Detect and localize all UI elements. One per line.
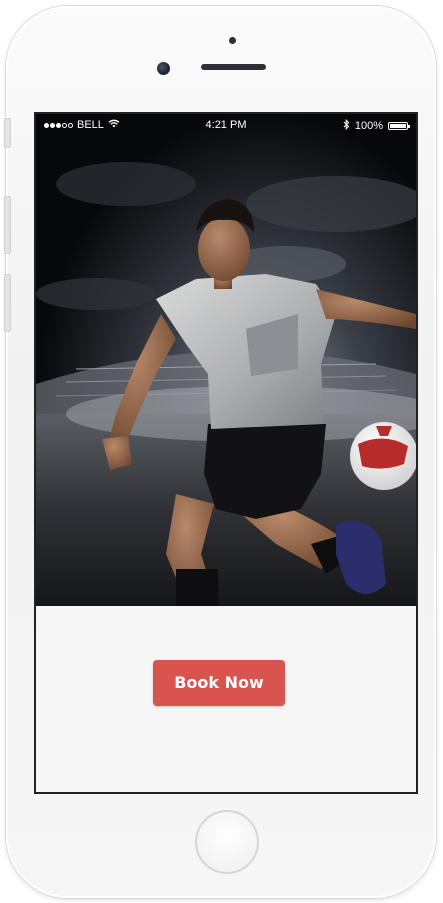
proximity-sensor <box>229 37 236 44</box>
volume-down-button <box>4 274 11 332</box>
hero-image: BELL 4:21 PM 100% <box>36 114 416 606</box>
phone-screen: BELL 4:21 PM 100% Book Now <box>34 112 418 794</box>
battery-percent: 100% <box>354 120 383 132</box>
home-button[interactable] <box>195 810 259 874</box>
soccer-player-illustration <box>36 114 416 606</box>
battery-icon <box>388 122 410 130</box>
mute-switch <box>4 118 11 148</box>
bluetooth-icon <box>343 118 350 133</box>
volume-up-button <box>4 196 11 254</box>
earpiece-speaker <box>201 64 266 70</box>
status-right: 100% <box>343 118 410 133</box>
status-bar: BELL 4:21 PM 100% <box>36 114 416 136</box>
battery-level <box>390 124 406 128</box>
front-camera <box>157 62 170 75</box>
book-now-button[interactable]: Book Now <box>153 660 285 706</box>
